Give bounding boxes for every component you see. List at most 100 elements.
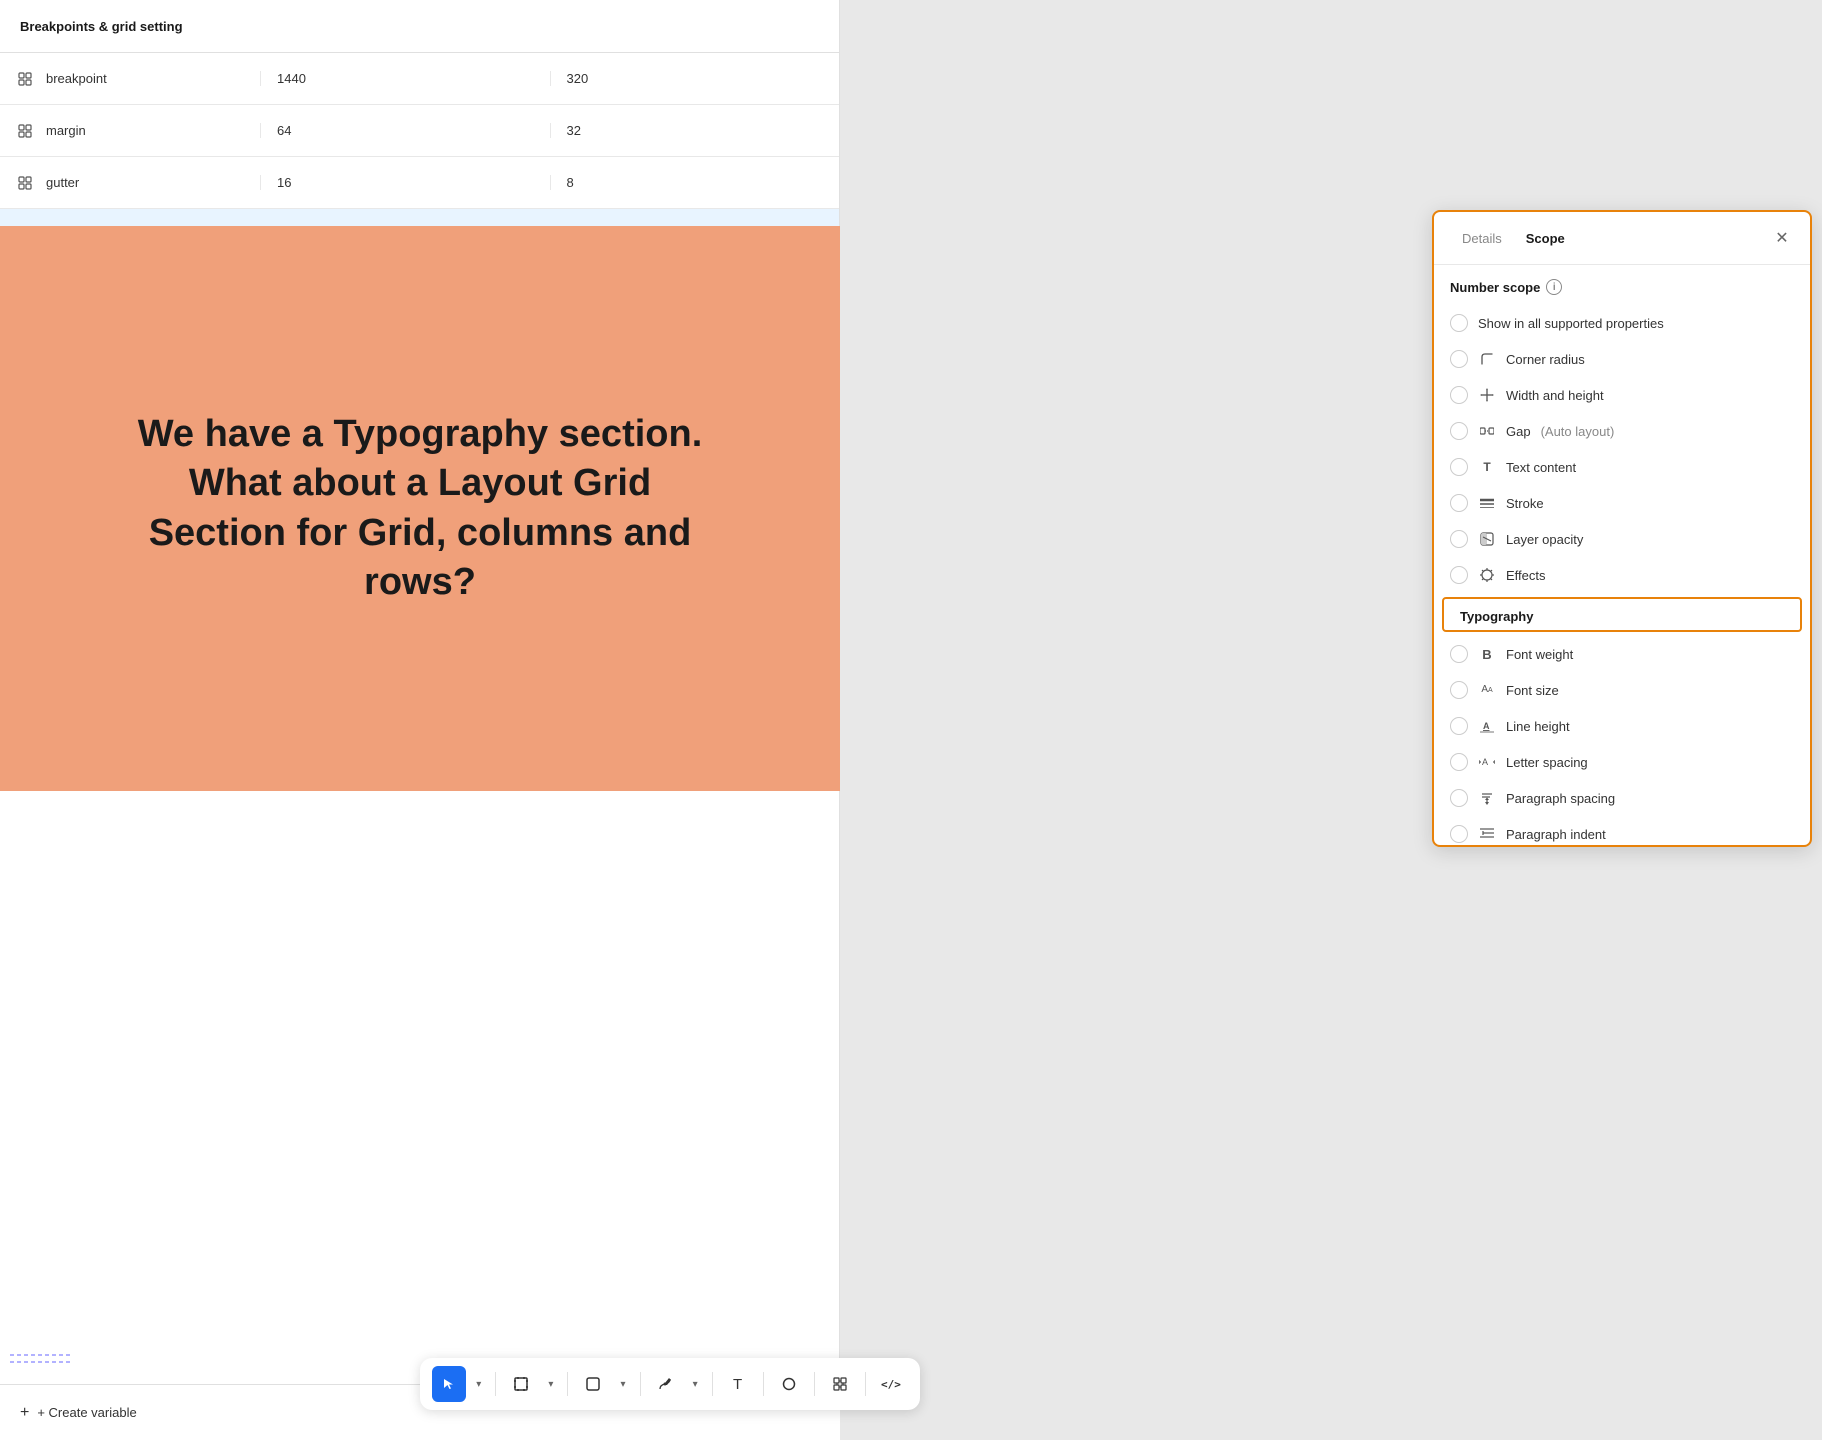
- pen-dropdown[interactable]: ▾: [687, 1379, 704, 1390]
- grid-icon: [16, 70, 34, 88]
- scope-item-line-height[interactable]: A Line height: [1434, 708, 1810, 744]
- scope-item-width-height[interactable]: Width and height: [1434, 377, 1810, 413]
- scope-item-line-height-label: Line height: [1506, 719, 1570, 734]
- radio-gap[interactable]: [1450, 422, 1468, 440]
- chevron-down-icon-4: ▾: [693, 1379, 698, 1390]
- close-button[interactable]: ✕: [1770, 226, 1794, 250]
- text-tool-button[interactable]: T: [721, 1366, 755, 1402]
- scope-item-font-weight[interactable]: B Font weight: [1434, 636, 1810, 672]
- radio-effects[interactable]: [1450, 566, 1468, 584]
- circle-tool-button[interactable]: [772, 1366, 806, 1402]
- radio-paragraph-indent[interactable]: [1450, 825, 1468, 843]
- scope-item-all-label: Show in all supported properties: [1478, 316, 1664, 331]
- left-panel: Breakpoints & grid setting breakpoint 14…: [0, 0, 840, 1440]
- scope-item-paragraph-indent[interactable]: Paragraph indent: [1434, 816, 1810, 845]
- chevron-down-icon-3: ▾: [620, 1379, 625, 1390]
- create-variable-label: + Create variable: [37, 1405, 136, 1420]
- stroke-icon: [1478, 494, 1496, 512]
- toolbar-divider-5: [763, 1372, 764, 1396]
- scope-item-paragraph-indent-label: Paragraph indent: [1506, 827, 1606, 842]
- cursor-tool-button[interactable]: [432, 1366, 466, 1402]
- scope-item-paragraph-spacing[interactable]: Paragraph spacing: [1434, 780, 1810, 816]
- panel-title: Breakpoints & grid setting: [20, 19, 183, 34]
- table-row[interactable]: breakpoint 1440 320: [0, 53, 839, 105]
- radio-text-content[interactable]: [1450, 458, 1468, 476]
- svg-text:A: A: [1483, 721, 1490, 731]
- scope-item-paragraph-spacing-label: Paragraph spacing: [1506, 791, 1615, 806]
- scope-item-font-weight-label: Font weight: [1506, 647, 1573, 662]
- toolbar-divider-4: [712, 1372, 713, 1396]
- radio-line-height[interactable]: [1450, 717, 1468, 735]
- radio-paragraph-spacing[interactable]: [1450, 789, 1468, 807]
- chevron-down-icon-2: ▾: [548, 1379, 553, 1390]
- scope-item-all[interactable]: Show in all supported properties: [1434, 305, 1810, 341]
- canvas-text: We have a Typography section. What about…: [120, 410, 720, 608]
- opacity-icon: [1478, 530, 1496, 548]
- scope-item-gap-label: Gap: [1506, 424, 1531, 439]
- typography-section-title: Typography: [1460, 609, 1533, 624]
- create-variable-button[interactable]: + + Create variable: [20, 1404, 137, 1422]
- scope-item-layer-opacity[interactable]: Layer opacity: [1434, 521, 1810, 557]
- radio-corner-radius[interactable]: [1450, 350, 1468, 368]
- col-val-gutter-2: 8: [550, 175, 840, 190]
- toolbar-divider-2: [567, 1372, 568, 1396]
- cursor-dropdown[interactable]: ▾: [470, 1379, 487, 1390]
- scope-item-gap[interactable]: Gap (Auto layout): [1434, 413, 1810, 449]
- scope-item-effects-label: Effects: [1506, 568, 1546, 583]
- rect-tool-button[interactable]: [576, 1366, 610, 1402]
- table-row[interactable]: gutter 16 8: [0, 157, 839, 209]
- scope-item-letter-spacing[interactable]: A Letter spacing: [1434, 744, 1810, 780]
- grid-icon: [16, 122, 34, 140]
- scope-panel-header: Details Scope ✕: [1434, 212, 1810, 265]
- tab-details[interactable]: Details: [1450, 227, 1514, 250]
- toolbar-divider-7: [865, 1372, 866, 1396]
- scope-item-layer-opacity-label: Layer opacity: [1506, 532, 1583, 547]
- line-height-icon: A: [1478, 717, 1496, 735]
- scope-item-stroke-label: Stroke: [1506, 496, 1544, 511]
- frame-tool-button[interactable]: [504, 1366, 538, 1402]
- table-row[interactable]: margin 64 32: [0, 105, 839, 157]
- radio-font-weight[interactable]: [1450, 645, 1468, 663]
- effects-icon: [1478, 566, 1496, 584]
- scope-item-text-content-label: Text content: [1506, 460, 1576, 475]
- gap-icon: [1478, 422, 1496, 440]
- col-val-margin-1: 64: [260, 123, 550, 138]
- grid-icon: [16, 174, 34, 192]
- radio-font-size[interactable]: [1450, 681, 1468, 699]
- radio-width-height[interactable]: [1450, 386, 1468, 404]
- chevron-down-icon: ▾: [476, 1379, 481, 1390]
- scope-item-effects[interactable]: Effects: [1434, 557, 1810, 593]
- scope-item-corner-radius-label: Corner radius: [1506, 352, 1585, 367]
- typography-section-header: Typography: [1442, 597, 1802, 632]
- col-val-breakpoint-2: 320: [550, 71, 840, 86]
- radio-stroke[interactable]: [1450, 494, 1468, 512]
- col-name: breakpoint: [0, 70, 260, 88]
- radio-letter-spacing[interactable]: [1450, 753, 1468, 771]
- components-tool-button[interactable]: [823, 1366, 857, 1402]
- paragraph-indent-icon: [1478, 825, 1496, 843]
- row-label-margin: margin: [46, 123, 86, 138]
- frame-dropdown[interactable]: ▾: [542, 1379, 559, 1390]
- info-icon[interactable]: i: [1546, 279, 1562, 295]
- font-weight-icon: B: [1478, 645, 1496, 663]
- pen-tool-button[interactable]: [648, 1366, 682, 1402]
- toolbar-divider-6: [814, 1372, 815, 1396]
- scope-item-stroke[interactable]: Stroke: [1434, 485, 1810, 521]
- col-name: gutter: [0, 174, 260, 192]
- rect-dropdown[interactable]: ▾: [614, 1379, 631, 1390]
- radio-layer-opacity[interactable]: [1450, 530, 1468, 548]
- col-val-margin-2: 32: [550, 123, 840, 138]
- scope-item-font-size[interactable]: AA Font size: [1434, 672, 1810, 708]
- scope-panel: Details Scope ✕ Number scope i Show in a…: [1432, 210, 1812, 847]
- tab-scope[interactable]: Scope: [1514, 227, 1577, 250]
- plus-icon: +: [20, 1404, 29, 1422]
- bottom-toolbar: ▾ ▾ ▾ ▾: [420, 1358, 920, 1410]
- code-tool-button[interactable]: </>: [874, 1366, 908, 1402]
- scope-scrollable[interactable]: Number scope i Show in all supported pro…: [1434, 265, 1810, 845]
- scope-item-width-height-label: Width and height: [1506, 388, 1604, 403]
- col-val-gutter-1: 16: [260, 175, 550, 190]
- scope-item-corner-radius[interactable]: Corner radius: [1434, 341, 1810, 377]
- toolbar-divider-1: [495, 1372, 496, 1396]
- radio-all[interactable]: [1450, 314, 1468, 332]
- scope-item-text-content[interactable]: T Text content: [1434, 449, 1810, 485]
